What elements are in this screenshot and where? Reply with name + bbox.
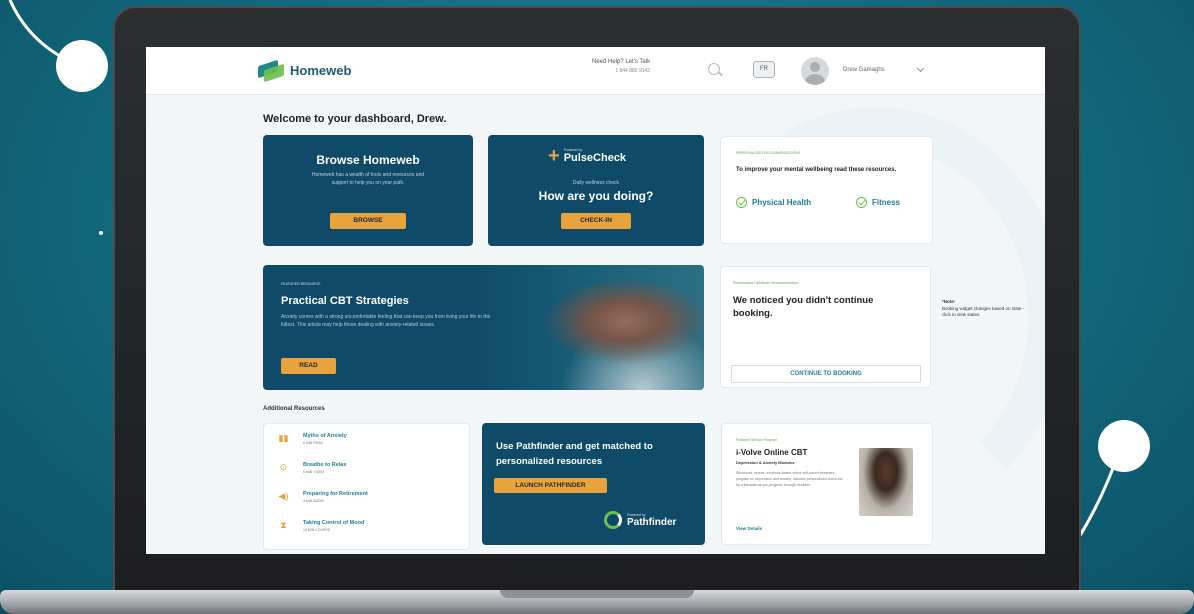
logo-text: Homeweb [290, 62, 352, 78]
list-item[interactable]: ⧗ Taking Control of Mood 10 MIN COURSE [278, 520, 364, 532]
decorative-bullet [99, 231, 103, 235]
view-details-link[interactable]: View Details [736, 526, 762, 531]
play-icon: ⊙ [279, 462, 288, 472]
featured-tag: FEATURED RESOURCE [281, 282, 321, 286]
resource-name: Breathe to Relax [303, 462, 347, 468]
launch-pathfinder-button[interactable]: LAUNCH PATHFINDER [494, 478, 607, 493]
logo-mark-icon [258, 59, 284, 83]
resource-meta: 4 MIN AUDIO [303, 499, 325, 503]
chevron-down-icon[interactable] [916, 64, 925, 73]
list-item[interactable]: ▮▮ Myths of Anxiety 6 MIN READ [278, 433, 347, 445]
booking-text: We noticed you didn't continue booking. [733, 295, 874, 319]
book-icon: ▮▮ [278, 433, 289, 443]
audio-icon: ◀) [278, 491, 289, 501]
recommendation-label: Fitness [872, 198, 901, 207]
note-body: Booking widget changes based on state - … [942, 305, 1025, 318]
recommendation-physical-health[interactable]: Physical Health [736, 197, 811, 208]
pathfinder-logo-name: Pathfinder [627, 516, 677, 528]
ivolve-title: i-Volve Online CBT [736, 448, 808, 457]
recommendations-tag: PERSONALIZED RECOMMENDATIONS [736, 151, 801, 155]
plus-icon: + [548, 145, 560, 167]
ivolve-card: Featured Service Program i-Volve Online … [721, 423, 933, 545]
recommendation-fitness[interactable]: Fitness [856, 197, 900, 208]
ivolve-tag: Featured Service Program [736, 438, 778, 442]
browse-body: Homeweb has a wealth of tools and resour… [311, 172, 425, 186]
ivolve-subtitle: Depression & Anxiety Modules [736, 460, 795, 465]
user-name[interactable]: Drew Gamaghs [843, 67, 885, 73]
pulsecheck-question: How are you doing? [538, 189, 654, 203]
check-icon [736, 197, 747, 208]
homeweb-logo[interactable]: Homeweb [258, 59, 352, 83]
continue-to-booking-button[interactable]: CONTINUE TO BOOKING [731, 365, 921, 383]
ivolve-body: Structured, secure, evidence-based onlin… [736, 471, 843, 487]
pulsecheck-logo-name: PulseCheck [563, 152, 627, 164]
list-item[interactable]: ⊙ Breathe to Relax 5 MIN VIDEO [278, 462, 347, 474]
decorative-dot-bottom-right [1098, 420, 1150, 472]
check-icon [856, 197, 867, 208]
laptop-notch [500, 590, 694, 598]
pulsecheck-logo: + Powered by PulseCheck [548, 145, 627, 167]
list-item[interactable]: ◀) Preparing for Retirement 4 MIN AUDIO [278, 491, 368, 503]
search-icon[interactable] [708, 63, 720, 75]
top-header: Homeweb Need Help? Let's Talk 1 844 880 … [146, 47, 1045, 95]
recommendations-text: To improve your mental wellbeing read th… [736, 167, 897, 173]
pathfinder-title: Use Pathfinder and get matched to person… [496, 441, 653, 467]
help-contact[interactable]: Need Help? Let's Talk 1 844 880 9142 [592, 59, 650, 74]
booking-tag: Personalized Pathfinder Recommendation [733, 281, 799, 285]
featured-cbt-card: FEATURED RESOURCE Practical CBT Strategi… [263, 265, 704, 390]
help-phone: 1 844 880 9142 [615, 68, 651, 74]
help-title: Need Help? Let's Talk [592, 59, 651, 65]
resource-meta: 6 MIN READ [303, 441, 324, 445]
course-icon: ⧗ [280, 520, 287, 530]
man-photo [859, 448, 913, 516]
language-button[interactable]: FR [753, 61, 775, 78]
read-button[interactable]: READ [281, 358, 336, 374]
page-title: Welcome to your dashboard, Drew. [263, 113, 447, 125]
booking-card: Personalized Pathfinder Recommendation W… [720, 266, 931, 388]
recommendation-label: Physical Health [752, 198, 812, 207]
check-in-button[interactable]: CHECK-IN [561, 213, 631, 229]
resource-name: Myths of Anxiety [303, 433, 347, 439]
browse-title: Browse Homeweb [316, 153, 420, 167]
pathfinder-logo: Powered by Pathfinder [604, 511, 676, 529]
featured-title: Practical CBT Strategies [281, 295, 409, 307]
featured-body: Anxiety comes with a strong uncomfortabl… [281, 314, 491, 328]
additional-resources-title: Additional Resources [263, 406, 325, 412]
woman-photo [498, 265, 704, 390]
resource-meta: 5 MIN VIDEO [303, 470, 325, 474]
browse-card: Browse Homeweb Homeweb has a wealth of t… [263, 135, 473, 246]
avatar[interactable] [801, 57, 829, 85]
recommendations-card: PERSONALIZED RECOMMENDATIONS To improve … [720, 136, 933, 244]
pulsecheck-small-text: Daily wellness check [572, 180, 620, 186]
decorative-dot-top-left [56, 40, 108, 92]
booking-note: *Note: Booking widget changes based on s… [942, 299, 1032, 319]
pulsecheck-card: + Powered by PulseCheck Daily wellness c… [488, 135, 704, 246]
pathfinder-ring-icon [604, 511, 622, 529]
browse-button[interactable]: BROWSE [330, 213, 406, 229]
resource-name: Preparing for Retirement [303, 491, 368, 497]
laptop-screen: Homeweb Need Help? Let's Talk 1 844 880 … [146, 47, 1045, 554]
additional-resources-list: ▮▮ Myths of Anxiety 6 MIN READ ⊙ Breathe… [263, 423, 470, 550]
resource-name: Taking Control of Mood [303, 520, 365, 526]
pathfinder-card: Use Pathfinder and get matched to person… [482, 423, 705, 545]
resource-meta: 10 MIN COURSE [303, 528, 331, 532]
